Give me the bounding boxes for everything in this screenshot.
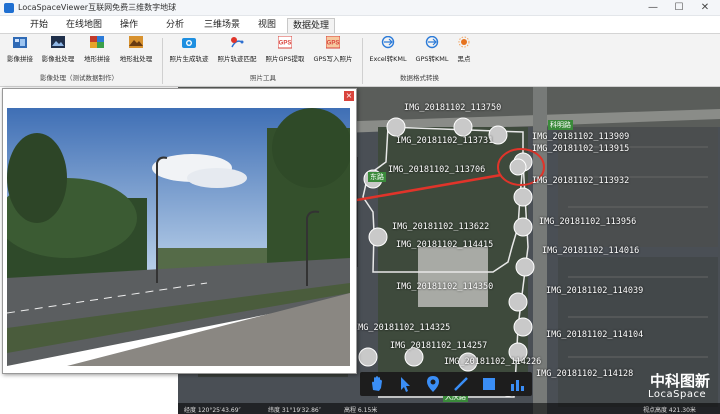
excel-to-kml-label: Excel转KML <box>369 55 407 63</box>
photo-label[interactable]: IMG_20181102_114325 <box>353 323 450 333</box>
maximize-button[interactable]: ☐ <box>666 0 692 16</box>
black-dot-label: 黑点 <box>457 55 471 63</box>
gps-extract-label: 照片GPS提取 <box>265 55 305 63</box>
terrain-batch-label: 地形批处理 <box>119 55 153 63</box>
photo-label[interactable]: IMG_20181102_114016 <box>542 246 639 256</box>
terrain-batch-icon <box>129 36 143 48</box>
photo-label[interactable]: IMG_20181102_113956 <box>539 217 636 227</box>
svg-text:GPS: GPS <box>279 41 292 47</box>
app-logo-icon <box>4 3 14 13</box>
terrain-mosaic-button[interactable]: 地形拼接 <box>80 36 114 68</box>
image-batch-button[interactable]: 影像批处理 <box>38 36 78 68</box>
polygon-draw-icon[interactable] <box>480 374 498 394</box>
ribbon-separator <box>162 38 163 84</box>
photo-label[interactable]: IMG_20181102_113915 <box>532 144 629 154</box>
hand-pan-icon[interactable] <box>368 374 386 394</box>
ribbon-separator <box>362 38 363 84</box>
terrain-mosaic-icon <box>90 36 104 48</box>
placemark-icon[interactable] <box>424 374 442 394</box>
photo-label[interactable]: IMG_20181102_114128 <box>536 369 633 379</box>
photo-track-label: 照片生成轨迹 <box>169 55 209 63</box>
window-title: LocaSpaceViewer互联网免费三维数字地球 <box>18 3 177 12</box>
longitude-readout: 经度 120°25′43.69″ <box>184 407 241 414</box>
photo-track-match-label: 照片轨迹匹配 <box>217 55 257 63</box>
road-label: 东路 <box>368 172 386 182</box>
photo-label[interactable]: IMG_20181102_114350 <box>396 282 493 292</box>
excel-to-kml-button[interactable]: Excel转KML <box>366 36 410 68</box>
photo-track-match-button[interactable]: 照片轨迹匹配 <box>214 36 260 68</box>
line-draw-icon[interactable] <box>452 374 470 394</box>
group-image-processing: 影像处理（测试数据制作） <box>40 74 118 82</box>
ribbon-tabs: 开始 在线地图 操作 分析 三维场景 视图 数据处理 <box>0 16 720 33</box>
gps-extract-icon: GPS <box>278 36 292 49</box>
measure-chart-icon[interactable] <box>508 374 526 394</box>
image-mosaic-label: 影像拼接 <box>7 55 33 63</box>
image-batch-icon <box>51 36 65 48</box>
close-button[interactable]: ✕ <box>692 0 718 16</box>
photo-label[interactable]: IMG_20181102_114039 <box>546 286 643 296</box>
photo-label[interactable]: IMG_20181102_113750 <box>404 103 501 113</box>
gps-write-icon: GPS <box>326 36 340 49</box>
gps-kml-icon <box>425 36 439 49</box>
photo-label[interactable]: IMG_20181102_114415 <box>396 240 493 250</box>
group-photo-tools: 照片工具 <box>250 74 276 82</box>
excel-kml-icon <box>381 36 395 49</box>
image-mosaic-icon <box>13 37 27 48</box>
photo-label[interactable]: IMG_20181102_113622 <box>392 222 489 232</box>
image-mosaic-button[interactable]: 影像拼接 <box>4 36 36 68</box>
tab-start[interactable]: 开始 <box>24 18 54 33</box>
title-bar: LocaSpaceViewer互联网免费三维数字地球 — ☐ ✕ <box>0 0 720 16</box>
photo-track-match-icon <box>231 37 244 48</box>
status-bar: 经度 120°25′43.69″ 纬度 31°19′32.86″ 高程 6.15… <box>178 403 720 414</box>
photo-label[interactable]: IMG_20181102_114257 <box>390 341 487 351</box>
gps-write-button[interactable]: GPS GPS写入照片 <box>310 36 356 68</box>
ribbon-panel: 影像拼接 影像批处理 地形拼接 地形批处理 照片生成轨迹 照片轨迹匹配 GPS … <box>0 33 720 87</box>
photo-track-icon <box>182 38 196 48</box>
tab-view[interactable]: 视图 <box>252 18 282 33</box>
svg-text:GPS: GPS <box>327 41 340 47</box>
gps-write-label: GPS写入照片 <box>313 55 353 63</box>
image-batch-label: 影像批处理 <box>41 55 75 63</box>
photo-track-button[interactable]: 照片生成轨迹 <box>166 36 212 68</box>
gps-extract-button[interactable]: GPS 照片GPS提取 <box>262 36 308 68</box>
photo-label[interactable]: IMG_20181102_113932 <box>532 176 629 186</box>
map-toolbar <box>360 372 532 396</box>
tab-online-map[interactable]: 在线地图 <box>62 18 106 33</box>
select-arrow-icon[interactable] <box>396 374 414 394</box>
photo-label[interactable]: IMG_20181102_113909 <box>532 132 629 142</box>
minimize-button[interactable]: — <box>640 0 666 16</box>
group-format-conversion: 数据格式转换 <box>400 74 439 82</box>
street-photo <box>7 108 350 366</box>
tab-operation[interactable]: 操作 <box>114 18 144 33</box>
road-label: 科明路 <box>548 120 573 130</box>
black-dot-button[interactable]: 黑点 <box>452 36 476 68</box>
black-dot-icon <box>458 36 470 48</box>
brand-logo-cn: 中科图新 <box>650 372 711 390</box>
tab-analysis[interactable]: 分析 <box>160 18 190 33</box>
photo-label[interactable]: IMG_20181102_113706 <box>388 165 485 175</box>
gps-to-kml-label: GPS转KML <box>415 55 449 63</box>
view-altitude-readout: 视点高度 421.30米 <box>643 407 696 414</box>
tab-data-processing[interactable]: 数据处理 <box>287 18 335 33</box>
gps-to-kml-button[interactable]: GPS转KML <box>412 36 452 68</box>
tab-3d-scene[interactable]: 三维场景 <box>200 18 244 33</box>
elevation-readout: 高程 6.15米 <box>344 407 378 414</box>
terrain-mosaic-label: 地形拼接 <box>84 55 110 63</box>
terrain-batch-button[interactable]: 地形批处理 <box>116 36 156 68</box>
latitude-readout: 纬度 31°19′32.86″ <box>268 407 321 414</box>
brand-logo-en: LocaSpace <box>648 389 707 400</box>
popup-close-button[interactable]: × <box>344 91 354 101</box>
photo-preview-window: × <box>2 88 357 374</box>
photo-label[interactable]: IMG_20181102_113731 <box>396 136 493 146</box>
photo-label[interactable]: IMG_20181102_114226 <box>444 357 541 367</box>
photo-label[interactable]: IMG_20181102_114104 <box>546 330 643 340</box>
